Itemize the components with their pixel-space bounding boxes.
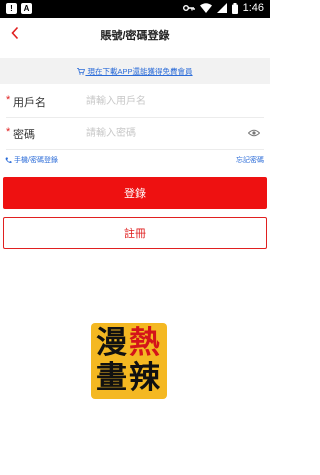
required-mark: *	[6, 94, 11, 106]
eye-icon[interactable]	[248, 129, 260, 137]
login-button[interactable]: 登錄	[3, 177, 267, 209]
username-label: 用戶名	[13, 97, 46, 109]
header: 賬號/密碼登錄	[0, 18, 270, 50]
status-time: 1:46	[242, 2, 264, 14]
password-label: 密碼	[13, 129, 35, 141]
required-mark: *	[6, 126, 11, 138]
promo-link[interactable]: 現在下載APP還能獲得免費會員	[88, 67, 193, 76]
status-bar: ! A 1:46	[0, 0, 270, 18]
divider	[6, 149, 264, 150]
forgot-password-link[interactable]: 忘記密碼	[236, 155, 264, 165]
logo-char: 漫	[96, 325, 127, 361]
username-input[interactable]	[86, 92, 236, 110]
phone-login-link[interactable]: 手機/密碼登錄	[5, 155, 58, 165]
logo-char: 熱	[129, 325, 160, 361]
phone-icon	[5, 157, 12, 163]
download-promo-banner[interactable]: 現在下載APP還能獲得免費會員	[0, 58, 270, 84]
login-links: 手機/密碼登錄 忘記密碼	[0, 155, 270, 169]
key-icon	[182, 5, 195, 11]
register-button[interactable]: 註冊	[3, 217, 267, 249]
username-row: * 用戶名	[0, 86, 270, 118]
password-input[interactable]	[86, 124, 236, 142]
page-title: 賬號/密碼登錄	[100, 30, 170, 42]
app-logo: 漫 熱 畫 辣	[91, 323, 167, 399]
logo-char: 畫	[96, 360, 127, 396]
battery-icon	[231, 2, 238, 14]
app-notification-icon: A	[21, 3, 32, 14]
wifi-icon	[199, 3, 212, 13]
logo-char: 辣	[129, 360, 160, 396]
notification-icon: !	[6, 3, 17, 14]
password-row: * 密碼	[0, 118, 270, 150]
cart-icon	[77, 68, 86, 75]
signal-icon	[216, 3, 227, 13]
